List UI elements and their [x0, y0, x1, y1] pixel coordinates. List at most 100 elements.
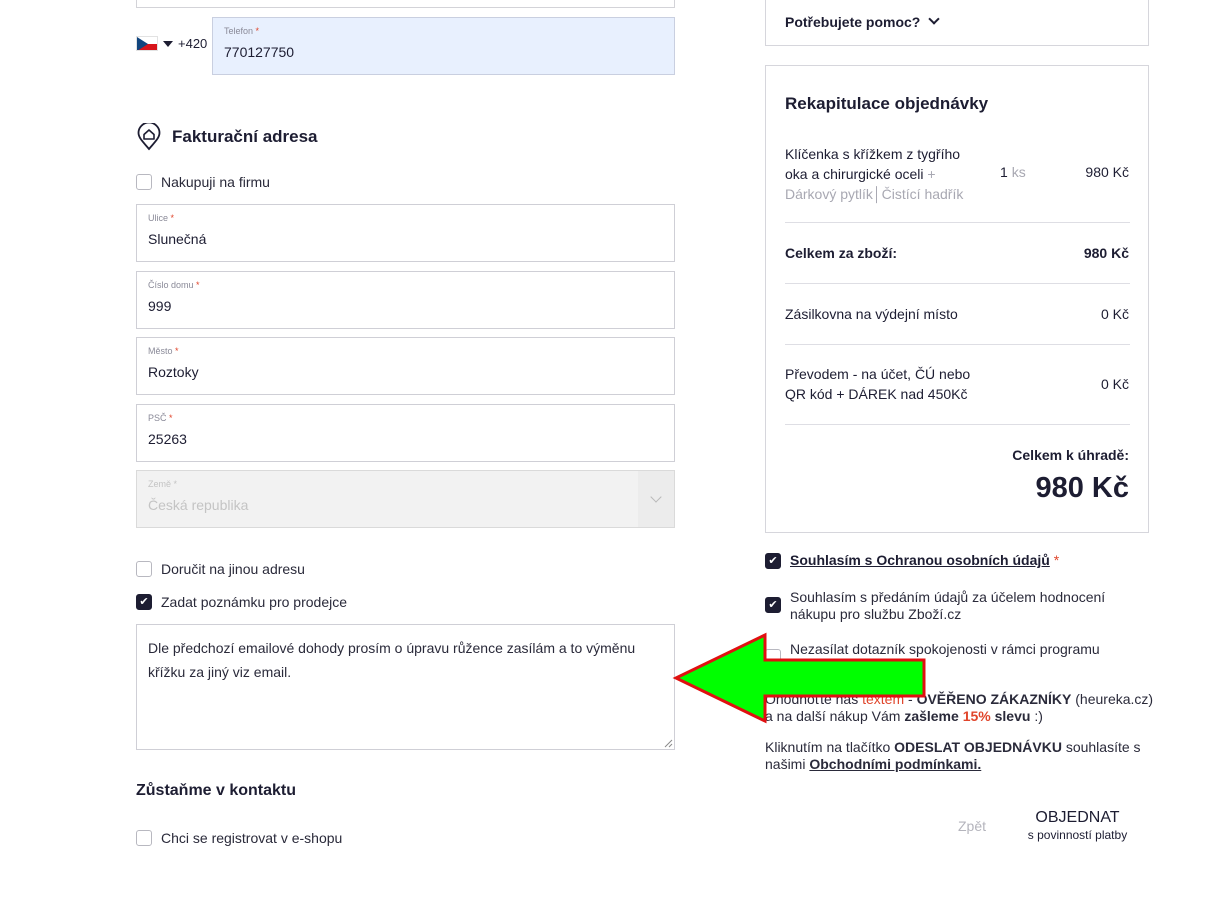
review-text-link[interactable]: textem: [862, 691, 904, 707]
terms-text-1: Kliknutím na tlačítko: [765, 739, 891, 755]
chevron-down-icon: [650, 491, 662, 503]
goods-total-value: 980 Kč: [1083, 245, 1129, 261]
goods-total-label: Celkem za zboží:: [785, 245, 898, 261]
back-button[interactable]: Zpět: [958, 818, 986, 834]
required-mark: *: [196, 280, 200, 290]
help-label: Potřebujete pomoc?: [785, 13, 921, 30]
chevron-down-icon: [928, 13, 941, 25]
order-button-sublabel: s povinností platby: [1027, 828, 1128, 842]
review-text-send: zašleme: [904, 708, 959, 724]
zbozi-consent-row[interactable]: ✔ Souhlasím s předáním údajů za účelem h…: [765, 589, 1145, 623]
required-mark: *: [170, 213, 175, 223]
seller-note-textarea[interactable]: Dle předchozí emailové dohody prosím o ú…: [136, 624, 675, 750]
no-survey-label: Nezasílat dotazník spokojenosti v rámci …: [790, 641, 1100, 674]
summary-title: Rekapitulace objednávky: [785, 94, 989, 113]
required-mark: *: [175, 346, 179, 356]
no-survey-row[interactable]: Nezasílat dotazník spokojenosti v rámci …: [765, 641, 1145, 675]
zbozi-consent-checkbox[interactable]: ✔: [765, 597, 781, 613]
item-name: Klíčenka s křížkem z tygřího oka a chiru…: [785, 144, 985, 204]
terms-text-button-name: ODESLAT OBJEDNÁVKU: [894, 739, 1062, 755]
house-number-field[interactable]: Číslo domu * 999: [136, 271, 675, 329]
home-pin-icon: [137, 123, 161, 151]
divider: [785, 283, 1130, 284]
required-mark: *: [1053, 552, 1060, 568]
payment-value: 0 Kč: [1100, 376, 1129, 392]
country-dropdown-toggle: [638, 471, 674, 527]
shipping-label: Zásilkovna na výdejní místo: [785, 306, 958, 322]
divider: [785, 344, 1130, 345]
privacy-consent-row[interactable]: ✔ Souhlasím s Ochranou osobních údajů *: [765, 552, 1059, 569]
privacy-consent-link[interactable]: Souhlasím s Ochranou osobních údajů: [790, 552, 1050, 568]
privacy-consent-checkbox[interactable]: ✔: [765, 553, 781, 569]
company-checkbox-row[interactable]: Nakupuji na firmu: [136, 174, 270, 190]
zip-value: 25263: [148, 431, 187, 447]
city-value: Roztoky: [148, 364, 199, 380]
item-qty-unit: ks: [1011, 164, 1026, 180]
item-qty-value: 1: [1000, 164, 1008, 180]
divider: [785, 424, 1130, 425]
street-value: Slunečná: [148, 231, 207, 247]
billing-title: Fakturační adresa: [172, 127, 318, 146]
order-button-label: OBJEDNAT: [1035, 809, 1120, 826]
city-field[interactable]: Město * Roztoky: [136, 337, 675, 395]
seller-note-row[interactable]: ✔ Zadat poznámku pro prodejce: [136, 594, 347, 610]
country-select: Země * Česká republika: [136, 470, 675, 528]
city-label: Město: [148, 346, 173, 356]
help-toggle[interactable]: Potřebujete pomoc?: [765, 0, 1149, 46]
house-number-label: Číslo domu: [148, 280, 194, 290]
billing-section-header: Fakturační adresa: [136, 123, 318, 151]
seller-note-checkbox[interactable]: ✔: [136, 594, 152, 610]
grand-total-value: 980 Kč: [1035, 472, 1129, 504]
review-text-smile: :): [1034, 708, 1043, 724]
company-checkbox[interactable]: [136, 174, 152, 190]
seller-note-text: Dle předchozí emailové dohody prosím o ú…: [148, 640, 636, 680]
required-mark: *: [255, 26, 260, 36]
zip-label: PSČ: [148, 413, 167, 423]
terms-link[interactable]: Obchodními podmínkami.: [809, 756, 981, 772]
country-value: Česká republika: [148, 497, 249, 513]
phone-field[interactable]: Telefon * 770127750: [212, 17, 675, 75]
review-text-1: Ohodnoťte nás: [765, 691, 859, 707]
country-label: Země: [148, 479, 172, 489]
required-mark: *: [173, 479, 178, 489]
zbozi-consent-label: Souhlasím s předáním údajů za účelem hod…: [790, 589, 1106, 622]
other-address-label: Doručit na jinou adresu: [161, 561, 305, 577]
other-address-checkbox[interactable]: [136, 561, 152, 577]
caret-down-icon: [163, 40, 173, 47]
item-quantity: 1 ks: [1000, 164, 1026, 180]
review-promo-text: Ohodnoťte nás textem - OVĚŘENO ZÁKAZNÍKY…: [765, 691, 1155, 725]
divider: [785, 222, 1130, 223]
item-price: 980 Kč: [1085, 164, 1129, 180]
company-checkbox-label: Nakupuji na firmu: [161, 174, 270, 190]
contact-section-header: Zůstaňme v kontaktu: [136, 782, 296, 800]
no-survey-checkbox[interactable]: [765, 649, 781, 665]
review-text-slevu: slevu: [994, 708, 1031, 724]
zip-field[interactable]: PSČ * 25263: [136, 404, 675, 462]
terms-text: Kliknutím na tlačítko ODESLAT OBJEDNÁVKU…: [765, 739, 1155, 773]
review-text-dash: -: [908, 691, 913, 707]
review-text-program: OVĚŘENO ZÁKAZNÍKY: [916, 691, 1072, 707]
street-label: Ulice: [148, 213, 169, 223]
phone-prefix-text: +420: [178, 36, 208, 51]
register-checkbox[interactable]: [136, 830, 152, 846]
order-summary: Rekapitulace objednávky Klíčenka s křížk…: [765, 65, 1149, 533]
review-text-discount: 15%: [962, 708, 991, 724]
required-mark: *: [169, 413, 173, 423]
register-row[interactable]: Chci se registrovat v e-shopu: [136, 830, 342, 846]
phone-label: Telefon: [224, 26, 254, 36]
czech-flag-icon: [136, 36, 158, 51]
street-field[interactable]: Ulice * Slunečná: [136, 204, 675, 262]
phone-value: 770127750: [224, 44, 295, 60]
register-label: Chci se registrovat v e-shopu: [161, 830, 343, 846]
phone-country-selector[interactable]: +420: [136, 36, 207, 51]
shipping-value: 0 Kč: [1100, 306, 1129, 322]
previous-field-bottom-edge: [136, 0, 675, 8]
order-button[interactable]: OBJEDNAT s povinností platby: [1015, 809, 1140, 842]
grand-total-label: Celkem k úhradě:: [1012, 447, 1129, 463]
other-address-row[interactable]: Doručit na jinou adresu: [136, 561, 305, 577]
payment-label: Převodem - na účet, ČÚ nebo QR kód + DÁR…: [785, 366, 971, 402]
house-number-value: 999: [148, 298, 172, 314]
resize-handle-icon[interactable]: [664, 739, 673, 748]
contact-title: Zůstaňme v kontaktu: [136, 782, 297, 799]
seller-note-label: Zadat poznámku pro prodejce: [161, 594, 347, 610]
